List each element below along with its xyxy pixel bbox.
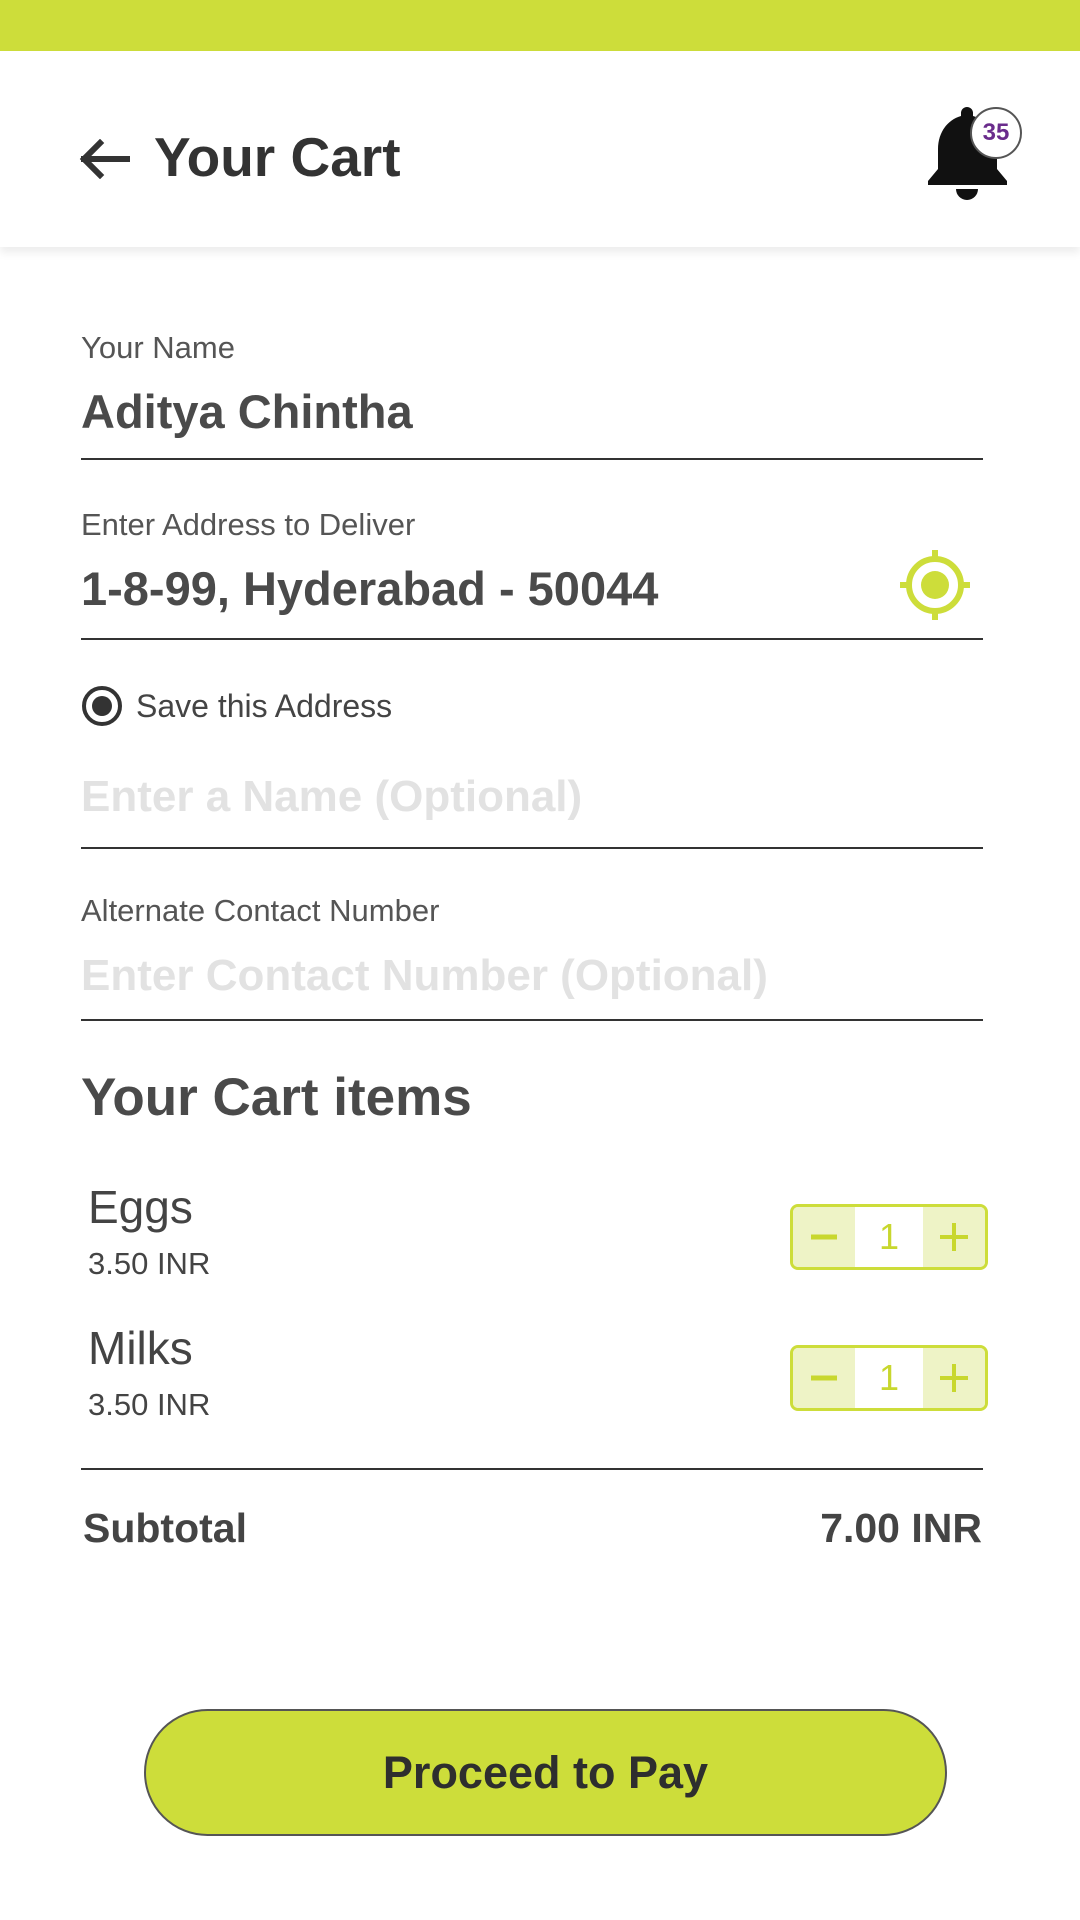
address-underline bbox=[81, 638, 983, 640]
alt-contact-underline bbox=[81, 1019, 983, 1021]
decrease-button[interactable] bbox=[793, 1348, 855, 1408]
item-name: Milks bbox=[88, 1322, 193, 1374]
status-bar bbox=[0, 0, 1080, 51]
name-field[interactable]: Your Name Aditya Chintha bbox=[81, 330, 983, 462]
address-name-placeholder[interactable]: Enter a Name (Optional) bbox=[81, 772, 983, 822]
save-address-label: Save this Address bbox=[136, 687, 393, 724]
increase-button[interactable] bbox=[923, 1207, 985, 1267]
increase-button[interactable] bbox=[923, 1348, 985, 1408]
address-label: Enter Address to Deliver bbox=[81, 507, 416, 542]
address-field[interactable]: Enter Address to Deliver 1-8-99, Hyderab… bbox=[81, 507, 983, 642]
quantity-value: 1 bbox=[855, 1348, 923, 1408]
name-value[interactable]: Aditya Chintha bbox=[81, 384, 983, 439]
name-label: Your Name bbox=[81, 330, 235, 365]
radio-selected-dot bbox=[92, 696, 112, 716]
back-button[interactable] bbox=[76, 133, 132, 185]
decrease-button[interactable] bbox=[793, 1207, 855, 1267]
minus-icon bbox=[811, 1375, 837, 1381]
quantity-stepper: 1 bbox=[790, 1204, 988, 1270]
cart-section-title: Your Cart items bbox=[81, 1068, 472, 1127]
item-name: Eggs bbox=[88, 1181, 193, 1233]
quantity-stepper: 1 bbox=[790, 1345, 988, 1411]
locate-button[interactable] bbox=[898, 548, 972, 622]
item-price: 3.50 INR bbox=[88, 1246, 211, 1281]
alt-contact-field[interactable]: Alternate Contact Number Enter Contact N… bbox=[81, 893, 983, 1021]
arrow-left-icon bbox=[79, 139, 130, 179]
plus-icon bbox=[940, 1364, 968, 1392]
address-value[interactable]: 1-8-99, Hyderabad - 50044 bbox=[81, 561, 983, 616]
address-name-underline bbox=[81, 847, 983, 849]
quantity-value: 1 bbox=[855, 1207, 923, 1267]
cart-item: Eggs 3.50 INR 1 bbox=[88, 1180, 988, 1290]
save-address-option[interactable]: Save this Address bbox=[82, 686, 392, 726]
page-title: Your Cart bbox=[154, 126, 401, 188]
subtotal-label: Subtotal bbox=[83, 1505, 247, 1551]
crosshair-icon bbox=[900, 550, 970, 620]
name-underline bbox=[81, 458, 983, 460]
subtotal-value: 7.00 INR bbox=[820, 1505, 982, 1551]
proceed-to-pay-button[interactable]: Proceed to Pay bbox=[144, 1709, 947, 1836]
address-name-field[interactable]: Enter a Name (Optional) bbox=[81, 772, 983, 850]
item-price: 3.50 INR bbox=[88, 1387, 211, 1422]
minus-icon bbox=[811, 1234, 837, 1240]
app-bar: Your Cart 35 bbox=[0, 51, 1080, 247]
alt-contact-placeholder[interactable]: Enter Contact Number (Optional) bbox=[81, 951, 983, 1001]
cart-item: Milks 3.50 INR 1 bbox=[88, 1321, 988, 1431]
notification-badge: 35 bbox=[970, 107, 1022, 159]
plus-icon bbox=[940, 1223, 968, 1251]
save-address-radio[interactable] bbox=[82, 686, 122, 726]
subtotal-divider bbox=[81, 1468, 983, 1470]
alt-contact-label: Alternate Contact Number bbox=[81, 893, 440, 928]
